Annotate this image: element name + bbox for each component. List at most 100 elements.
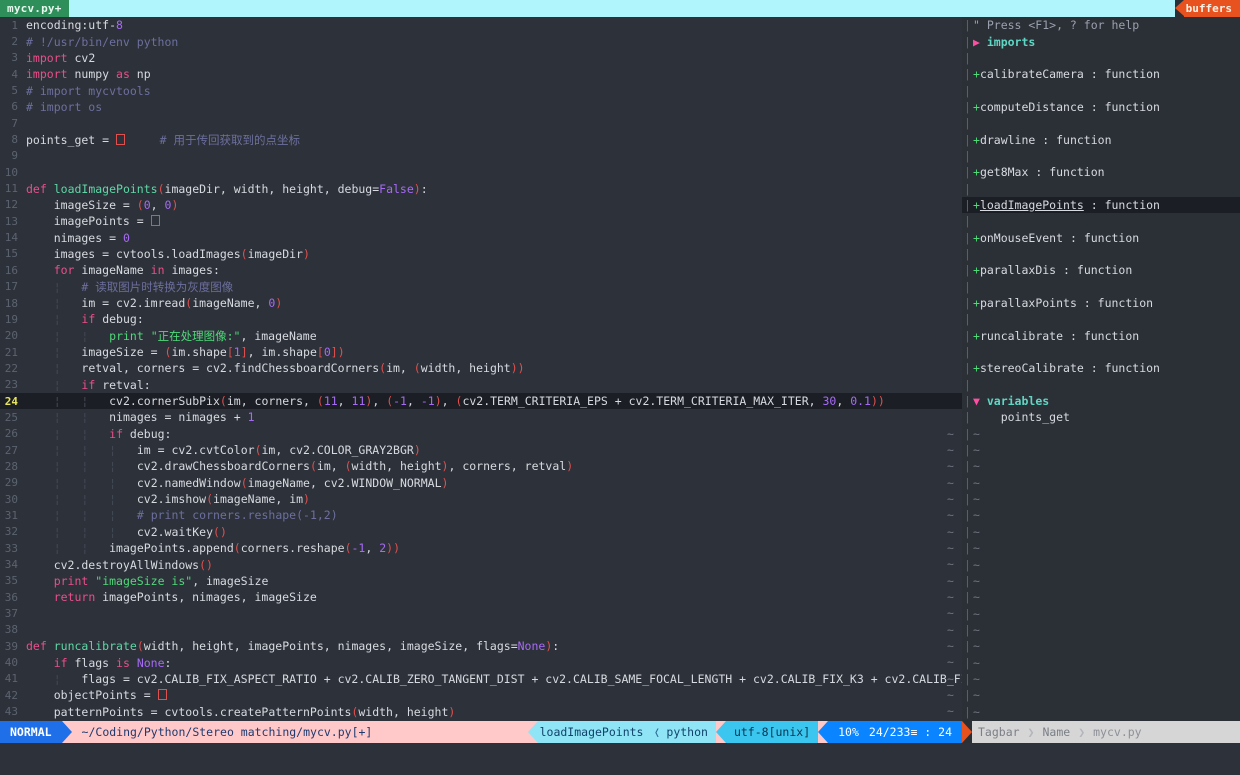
code-token: ( xyxy=(309,459,317,474)
code-line[interactable]: 17 ¦ # 读取图片时转换为灰度图像 xyxy=(0,279,962,295)
tagbar-item-stereoCalibrate[interactable]: | + stereoCalibrate : function xyxy=(962,360,1240,376)
status-position: 24/233≡ : 24 xyxy=(864,721,962,743)
code-token: numpy xyxy=(67,67,117,82)
line-content: # import mycvtools xyxy=(26,84,962,98)
code-line[interactable]: 18 ¦ im = cv2.imread(imageName, 0) xyxy=(0,295,962,311)
buffers-label[interactable]: buffers xyxy=(1183,0,1240,17)
code-line[interactable]: 1 encoding:utf-8 xyxy=(0,17,962,33)
code-line[interactable]: 43 patternPoints = cvtools.createPattern… xyxy=(0,703,962,719)
code-line[interactable]: 36 return imagePoints, nimages, imageSiz… xyxy=(0,589,962,605)
tilde-icon: ~ xyxy=(973,704,980,719)
tagbar-item-parallaxPoints[interactable]: | + parallaxPoints : function xyxy=(962,295,1240,311)
code-line[interactable]: 15 images = cvtools.loadImages(imageDir) xyxy=(0,246,962,262)
line-content: points_get = # 用于传回获取到的点坐标 xyxy=(26,132,962,148)
tagbar-panel[interactable]: | " Press <F1>, ? for help | ▶ imports | | + ca… xyxy=(962,17,1240,721)
code-line[interactable]: 10 xyxy=(0,164,962,180)
tagbar-vsplit-icon: | xyxy=(964,426,971,441)
tagbar-blank-line: | xyxy=(962,279,1240,295)
expand-plus-icon: + xyxy=(973,230,980,245)
tilde-icon: ~ xyxy=(973,688,980,703)
tagbar-item-runcalibrate[interactable]: | + runcalibrate : function xyxy=(962,328,1240,344)
code-line[interactable]: 33 ¦ ¦ imagePoints.append(corners.reshap… xyxy=(0,540,962,556)
code-line[interactable]: 22 ¦ retval, corners = cv2.findChessboar… xyxy=(0,360,962,376)
tagbar-item-drawline[interactable]: | + drawline : function xyxy=(962,131,1240,147)
tagbar-filler-line: | ~ xyxy=(962,573,1240,589)
code-line[interactable]: 7 xyxy=(0,115,962,131)
code-token: cv2 xyxy=(67,50,96,65)
tagbar-blank-line: | xyxy=(962,344,1240,360)
code-line[interactable]: 11 def loadImagePoints(imageDir, width, h… xyxy=(0,180,962,196)
line-number: 42 xyxy=(4,688,18,702)
tagbar-item-calibrateCamera[interactable]: | + calibrateCamera : function xyxy=(962,66,1240,82)
tagbar-fold-variables[interactable]: | ▼ variables xyxy=(962,393,1240,409)
code-line[interactable]: 42 objectPoints = xyxy=(0,687,962,703)
code-line[interactable]: 14 nimages = 0 xyxy=(0,229,962,245)
line-content: ¦ imageSize = (im.shape[1], im.shape[0]) xyxy=(26,345,962,359)
code-line[interactable]: 35 print "imageSize is", imageSize xyxy=(0,573,962,589)
code-token: width, height xyxy=(358,704,449,719)
tagbar-item-computeDistance[interactable]: | + computeDistance : function xyxy=(962,99,1240,115)
code-editor[interactable]: 1 encoding:utf-8 2 # !/usr/bin/env python 3 i… xyxy=(0,17,962,721)
line-number: 3 xyxy=(11,51,18,65)
code-line[interactable]: 23 ¦ if retval: xyxy=(0,377,962,393)
line-number: 4 xyxy=(11,67,18,81)
tagbar-tag-separator: : xyxy=(1083,197,1105,212)
chevron-down-icon[interactable]: ▼ xyxy=(973,394,980,408)
code-line[interactable]: 25 ¦ ¦ nimages = nimages + 1 xyxy=(0,409,962,425)
code-line[interactable]: 38 xyxy=(0,622,962,638)
command-line[interactable] xyxy=(0,743,1240,775)
code-line[interactable]: 24 ¦ ¦ cv2.cornerSubPix(im, corners, (11… xyxy=(0,392,962,410)
code-line[interactable]: 34 cv2.destroyAllWindows() xyxy=(0,556,962,572)
code-line[interactable]: 20 ¦ ¦ print "正在处理图像:", imageName xyxy=(0,328,962,344)
tagbar-vsplit-icon: | xyxy=(964,671,971,686)
code-line[interactable]: 41 ¦ flags = cv2.CALIB_FIX_ASPECT_RATIO … xyxy=(0,671,962,687)
tab-mycv-py[interactable]: mycv.py+ xyxy=(0,0,69,17)
code-line[interactable]: 32 ¦ ¦ ¦ cv2.waitKey() xyxy=(0,524,962,540)
code-line[interactable]: 31 ¦ ¦ ¦ # print corners.reshape(-1,2) xyxy=(0,507,962,523)
tagbar-fold-imports[interactable]: | ▶ imports xyxy=(962,33,1240,49)
tagbar-statusline: Tagbar ❯ Name ❯ mycv.py xyxy=(962,721,1240,743)
tagbar-item-get8Max[interactable]: | + get8Max : function xyxy=(962,164,1240,180)
code-line[interactable]: 8 points_get = # 用于传回获取到的点坐标 xyxy=(0,131,962,147)
code-line[interactable]: 6 # import os xyxy=(0,99,962,115)
code-line[interactable]: 13 imagePoints = xyxy=(0,213,962,229)
tagbar-tag-type: function xyxy=(1097,296,1154,311)
line-content: ¦ if retval: xyxy=(26,378,962,392)
line-number: 27 xyxy=(4,443,18,457)
code-line[interactable]: 28 ¦ ¦ ¦ cv2.drawChessboardCorners(im, (… xyxy=(0,458,962,474)
code-line[interactable]: 37 xyxy=(0,605,962,621)
code-line[interactable]: 4 import numpy as np xyxy=(0,66,962,82)
chevron-right-icon[interactable]: ▶ xyxy=(973,35,980,49)
tagbar-item-parallaxDis[interactable]: | + parallaxDis : function xyxy=(962,262,1240,278)
code-line[interactable]: 12 imageSize = (0, 0) xyxy=(0,197,962,213)
code-line[interactable]: 2 # !/usr/bin/env python xyxy=(0,33,962,49)
tagbar-item-onMouseEvent[interactable]: | + onMouseEvent : function xyxy=(962,229,1240,245)
code-token: return xyxy=(53,590,96,605)
tagbar-item-points_get[interactable]: | points_get xyxy=(962,409,1240,425)
tagbar-item-loadImagePoints[interactable]: | + loadImagePoints : function xyxy=(962,196,1240,214)
tagbar-vsplit-icon: | xyxy=(964,606,971,621)
code-token: ) xyxy=(517,361,525,376)
code-line[interactable]: 26 ¦ ¦ if debug: xyxy=(0,426,962,442)
code-line[interactable]: 27 ¦ ¦ ¦ im = cv2.cvtColor(im, cv2.COLOR… xyxy=(0,442,962,458)
code-line[interactable]: 19 ¦ if debug: xyxy=(0,311,962,327)
code-line[interactable]: 29 ¦ ¦ ¦ cv2.namedWindow(imageName, cv2.… xyxy=(0,475,962,491)
code-line[interactable]: 9 xyxy=(0,148,962,164)
code-token: ¦ xyxy=(53,296,61,311)
code-line[interactable]: 16 for imageName in images: xyxy=(0,262,962,278)
code-token: ¦ xyxy=(53,410,61,425)
code-line[interactable]: 30 ¦ ¦ ¦ cv2.imshow(imageName, im) xyxy=(0,491,962,507)
tagbar-status-chevron-1-icon: ❯ xyxy=(1027,725,1035,739)
tagbar-vsplit-icon: | xyxy=(964,312,971,327)
code-line[interactable]: 5 # import mycvtools xyxy=(0,82,962,98)
code-line[interactable]: 3 import cv2 xyxy=(0,50,962,66)
code-line[interactable]: 21 ¦ imageSize = (im.shape[1], im.shape[… xyxy=(0,344,962,360)
code-line[interactable]: 40 if flags is None: xyxy=(0,654,962,670)
line-content: encoding:utf-8 xyxy=(26,18,962,32)
line-content: ¦ ¦ cv2.cornerSubPix(im, corners, (11, 1… xyxy=(26,394,962,408)
code-line[interactable]: 39 def runcalibrate(width, height, imageP… xyxy=(0,638,962,654)
